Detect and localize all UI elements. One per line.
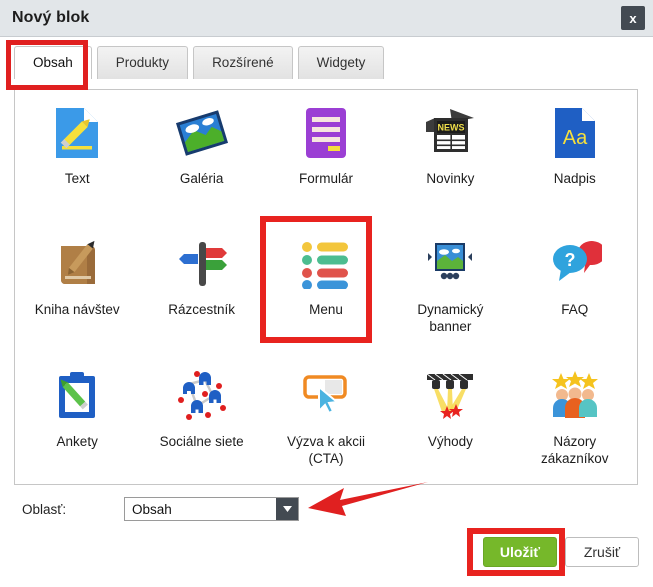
speech-bubbles-question-icon: ? [547, 235, 603, 293]
guestbook-pencil-icon [49, 235, 105, 293]
block-label: Formulár [298, 171, 353, 186]
close-icon[interactable]: x [621, 6, 645, 30]
block-label: Galéria [179, 171, 224, 186]
area-field-row: Oblasť: Obsah [22, 497, 299, 521]
block-label: Nadpis [553, 171, 596, 186]
gallery-photo-icon [174, 104, 230, 162]
tab-produkty[interactable]: Produkty [96, 46, 189, 79]
block-label: Výhody [427, 433, 473, 449]
tab-widgety[interactable]: Widgety [297, 46, 385, 79]
newspaper-icon: NEWS [422, 104, 478, 162]
cancel-button[interactable]: Zrušiť [565, 537, 639, 567]
block-label: Menu [309, 302, 343, 318]
dialog-titlebar: Nový blok x [0, 0, 653, 37]
block-label: Výzva k akcii (CTA) [286, 433, 365, 466]
svg-text:NEWS: NEWS [438, 123, 465, 133]
bullet-list-icon [298, 235, 354, 293]
block-item-nazory-zakaznikov[interactable]: Názory zákazníkov [513, 353, 637, 484]
block-label: Kniha návštev [34, 302, 120, 318]
chevron-down-icon[interactable] [276, 498, 298, 520]
block-item-ankety[interactable]: Ankety [15, 353, 139, 484]
block-label: Dynamický banner [417, 302, 484, 335]
block-item-galeria[interactable]: Galéria [139, 90, 263, 221]
save-button[interactable]: Uložiť [483, 537, 557, 567]
clipboard-pencil-icon [49, 367, 105, 425]
block-item-formular[interactable]: Formulár [264, 90, 388, 221]
svg-text:?: ? [564, 250, 575, 270]
block-label: Názory zákazníkov [541, 433, 609, 466]
block-item-kniha-navstev[interactable]: Kniha návštev [15, 221, 139, 352]
block-item-dynamicky-banner[interactable]: Dynamický banner [388, 221, 512, 352]
block-label: Sociálne siete [159, 433, 244, 449]
heading-aa-icon: Aa [547, 104, 603, 162]
block-label: Novinky [426, 171, 475, 186]
area-select[interactable]: Obsah [124, 497, 299, 521]
block-item-vyhody[interactable]: Výhody [388, 353, 512, 484]
block-item-faq[interactable]: ? FAQ [513, 221, 637, 352]
block-label: Ankety [56, 433, 98, 449]
block-picker-panel: Text Galéria Formulár NEWS Novinky Aa Na… [14, 89, 638, 485]
dialog-footer: Oblasť: Obsah Uložiť Zrušiť [0, 485, 653, 587]
dynamic-banner-icon [422, 235, 478, 293]
svg-text:Aa: Aa [563, 127, 588, 149]
social-network-icon [174, 367, 230, 425]
block-item-menu[interactable]: Menu [264, 221, 388, 352]
block-item-cta[interactable]: Výzva k akcii (CTA) [264, 353, 388, 484]
block-item-text[interactable]: Text [15, 90, 139, 221]
tab-bar: Obsah Produkty Rozšírené Widgety [0, 37, 653, 79]
spotlights-stars-icon [422, 367, 478, 425]
block-label: Text [64, 171, 90, 186]
form-lines-icon [298, 104, 354, 162]
document-pencil-icon [49, 104, 105, 162]
cta-cursor-button-icon [298, 367, 354, 425]
area-field-label: Oblasť: [22, 501, 67, 517]
block-label: Rázcestník [168, 302, 235, 318]
footer-buttons: Uložiť Zrušiť [483, 537, 639, 567]
tab-rozsirene[interactable]: Rozšírené [193, 46, 293, 79]
page-title: Nový blok [12, 9, 90, 26]
block-item-razcestnik[interactable]: Rázcestník [139, 221, 263, 352]
block-item-nadpis[interactable]: Aa Nadpis [513, 90, 637, 221]
testimonials-stars-people-icon [547, 367, 603, 425]
block-label: FAQ [561, 302, 589, 318]
tab-obsah[interactable]: Obsah [14, 46, 92, 79]
signpost-icon [174, 235, 230, 293]
block-item-novinky[interactable]: NEWS Novinky [388, 90, 512, 221]
block-grid: Text Galéria Formulár NEWS Novinky Aa Na… [15, 90, 637, 484]
block-item-socialne-siete[interactable]: Sociálne siete [139, 353, 263, 484]
area-select-value: Obsah [132, 501, 172, 517]
